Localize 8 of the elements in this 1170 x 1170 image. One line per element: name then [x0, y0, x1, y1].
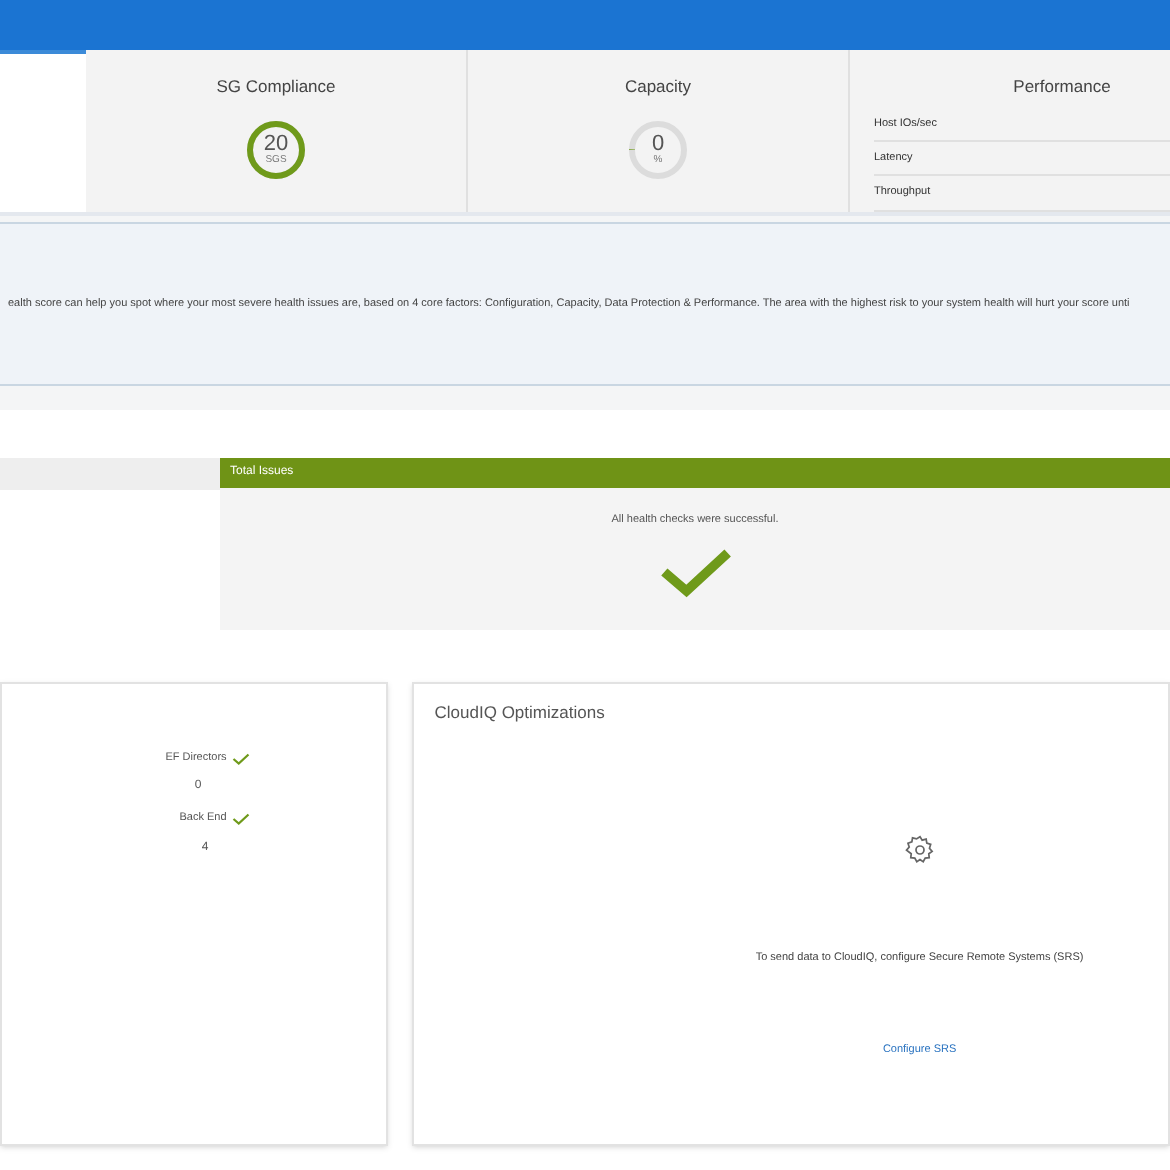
selected-tab[interactable] — [0, 50, 86, 212]
performance-title: Performance — [1013, 74, 1111, 100]
check-icon — [657, 544, 733, 601]
gauge-title: SG Compliance — [216, 74, 336, 100]
gauge-title: Capacity — [624, 74, 692, 100]
cloudiq-title: CloudIQ Optimizations — [432, 700, 607, 726]
settings-icon — [903, 833, 936, 866]
gauge-value: 0 — [651, 133, 665, 156]
